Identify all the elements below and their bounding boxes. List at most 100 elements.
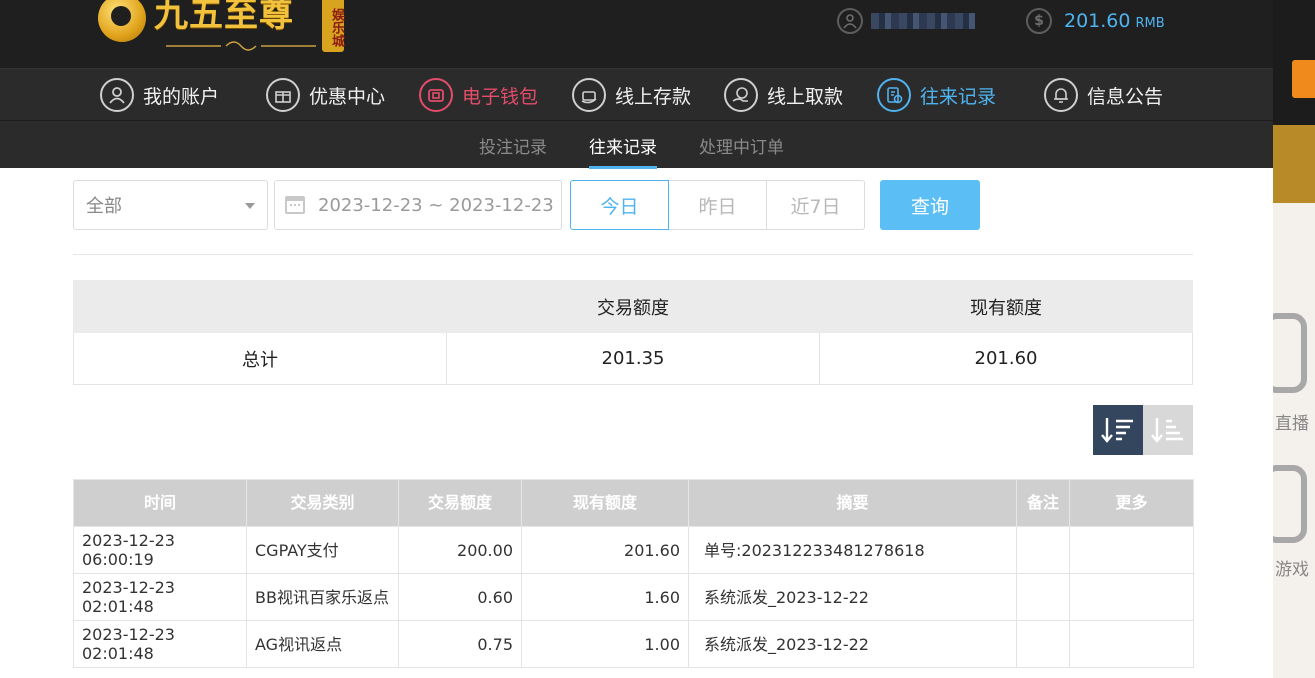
cell-remark [1016,620,1070,668]
side-menu: 直播 游戏 [1273,203,1315,678]
type-select[interactable]: 全部 [73,180,268,230]
nav-item-online-deposit[interactable]: 线上存款 [572,77,691,113]
nav-label: 往来记录 [920,85,997,108]
query-button[interactable]: 查询 [880,180,980,230]
col-type[interactable]: 交易类别 [246,479,399,527]
summary-header-amount: 交易额度 [446,280,820,333]
col-amount[interactable]: 交易额度 [398,479,522,527]
side-gold-band [1273,125,1315,203]
nav-item-online-withdraw[interactable]: 线上取款 [724,77,843,113]
nav-label: 线上取款 [767,85,844,108]
col-summary[interactable]: 摘要 [688,479,1017,527]
balance-value: 201.60 [1064,10,1131,32]
cell-balance: 201.60 [521,526,689,574]
cell-type: CGPAY支付 [246,526,399,574]
sort-asc-icon [1151,418,1183,443]
side-orange-tab[interactable] [1292,60,1315,98]
sub-nav: 投注记录 往来记录 处理中订单 [0,120,1273,169]
nav-label: 信息公告 [1087,85,1164,108]
cell-more[interactable] [1069,573,1194,621]
cell-remark [1016,526,1070,574]
sort-controls [1093,405,1193,455]
type-select-value: 全部 [86,196,122,217]
summary-total-label: 总计 [73,332,447,385]
wallet-icon [419,78,453,112]
summary-total-balance: 201.60 [819,332,1193,385]
deposit-icon [572,78,606,112]
nav-label: 电子钱包 [462,85,539,108]
date-range-value: 2023-12-23 ~ 2023-12-23 [318,194,554,216]
nav-label: 线上存款 [615,85,692,108]
col-remark[interactable]: 备注 [1016,479,1070,527]
nav-item-promotions[interactable]: 优惠中心 [266,77,385,113]
side-float-panel: 直播 游戏 [1273,0,1315,678]
table-row[interactable]: 2023-12-23 02:01:48 BB视讯百家乐返点 0.60 1.60 … [73,573,1194,621]
logo-text: 九五至尊 [154,0,294,35]
quick-date-group: 今日 昨日 近7日 [570,180,865,230]
side-label-live[interactable]: 直播 [1275,409,1309,434]
side-label-game[interactable]: 游戏 [1275,555,1309,580]
sort-desc-button[interactable] [1093,405,1143,455]
date-range-input[interactable]: 2023-12-23 ~ 2023-12-23 [274,180,562,230]
masked-username [871,13,975,29]
cell-balance: 1.60 [521,573,689,621]
nav-label: 我的账户 [143,85,220,108]
summary-header-blank [73,280,447,333]
top-header: 九五至尊 娱乐城 $ 201.60 RMB [0,0,1273,68]
today-button[interactable]: 今日 [570,180,669,230]
cell-more[interactable] [1069,620,1194,668]
cell-balance: 1.00 [521,620,689,668]
user-avatar-icon [837,8,863,34]
nav-item-announcements[interactable]: 信息公告 [1044,77,1163,113]
cell-amount: 0.60 [398,573,522,621]
cell-summary: 系统派发_2023-12-22 [688,620,1017,668]
yesterday-button[interactable]: 昨日 [668,180,767,230]
user-info[interactable] [837,8,975,34]
logo-emblem-icon [96,0,154,44]
cell-summary: 系统派发_2023-12-22 [688,573,1017,621]
cell-time: 2023-12-23 02:01:48 [73,573,247,621]
live-icon[interactable] [1273,313,1307,393]
nav-label: 优惠中心 [309,85,386,108]
game-icon[interactable] [1273,465,1307,543]
gift-icon [266,78,300,112]
records-table: 时间 交易类别 交易额度 现有额度 摘要 备注 更多 2023-12-23 06… [73,479,1194,668]
cell-time: 2023-12-23 06:00:19 [73,526,247,574]
cell-summary: 单号:202312233481278618 [688,526,1017,574]
balance-currency: RMB [1135,15,1165,31]
sort-desc-icon [1101,418,1133,443]
calendar-icon [285,196,305,214]
table-row[interactable]: 2023-12-23 02:01:48 AG视讯返点 0.75 1.00 系统派… [73,620,1194,668]
balance-display: $ 201.60 RMB [1026,8,1165,34]
cell-type: AG视讯返点 [246,620,399,668]
cell-amount: 0.75 [398,620,522,668]
logo-ornament-icon [166,40,316,52]
col-more[interactable]: 更多 [1069,479,1194,527]
tab-pending-orders[interactable]: 处理中订单 [699,133,784,158]
cell-more[interactable] [1069,526,1194,574]
divider [73,254,1193,255]
summary-header-balance: 现有额度 [819,280,1193,333]
table-row[interactable]: 2023-12-23 06:00:19 CGPAY支付 200.00 201.6… [73,526,1194,574]
cell-amount: 200.00 [398,526,522,574]
nav-item-my-account[interactable]: 我的账户 [100,77,219,113]
bell-icon [1044,78,1078,112]
logo-badge: 娱乐城 [322,0,344,52]
cell-remark [1016,573,1070,621]
col-time[interactable]: 时间 [73,479,247,527]
summary-row: 总计 201.35 201.60 [73,332,1193,385]
tab-bet-records[interactable]: 投注记录 [479,133,547,158]
main-nav: 我的账户 优惠中心 电子钱包 线上存款 线上取款 往来记录 信息公告 [0,68,1273,120]
nav-item-records[interactable]: 往来记录 [877,77,996,113]
tab-transaction-records[interactable]: 往来记录 [589,133,657,169]
dollar-icon: $ [1026,8,1052,34]
last-7-days-button[interactable]: 近7日 [766,180,865,230]
site-logo[interactable]: 九五至尊 娱乐城 [96,0,344,56]
nav-item-e-wallet[interactable]: 电子钱包 [419,77,538,113]
cell-time: 2023-12-23 02:01:48 [73,620,247,668]
chevron-down-icon [245,203,255,209]
col-balance[interactable]: 现有额度 [521,479,689,527]
summary-table: 交易额度 现有额度 总计 201.35 201.60 [73,280,1193,385]
summary-total-amount: 201.35 [446,332,820,385]
sort-asc-button[interactable] [1143,405,1193,455]
